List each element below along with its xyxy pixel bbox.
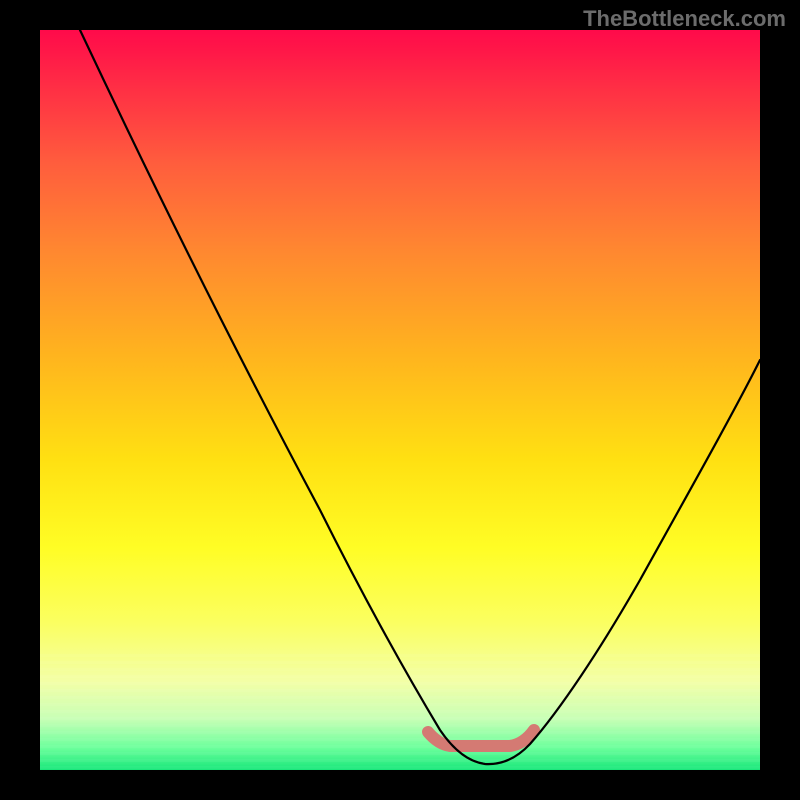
curve-layer <box>40 30 760 770</box>
plot-area <box>40 30 760 770</box>
watermark-text: TheBottleneck.com <box>583 6 786 32</box>
chart-frame: TheBottleneck.com <box>0 0 800 800</box>
optimal-valley-marker <box>428 730 534 746</box>
bottleneck-curve <box>80 30 760 764</box>
